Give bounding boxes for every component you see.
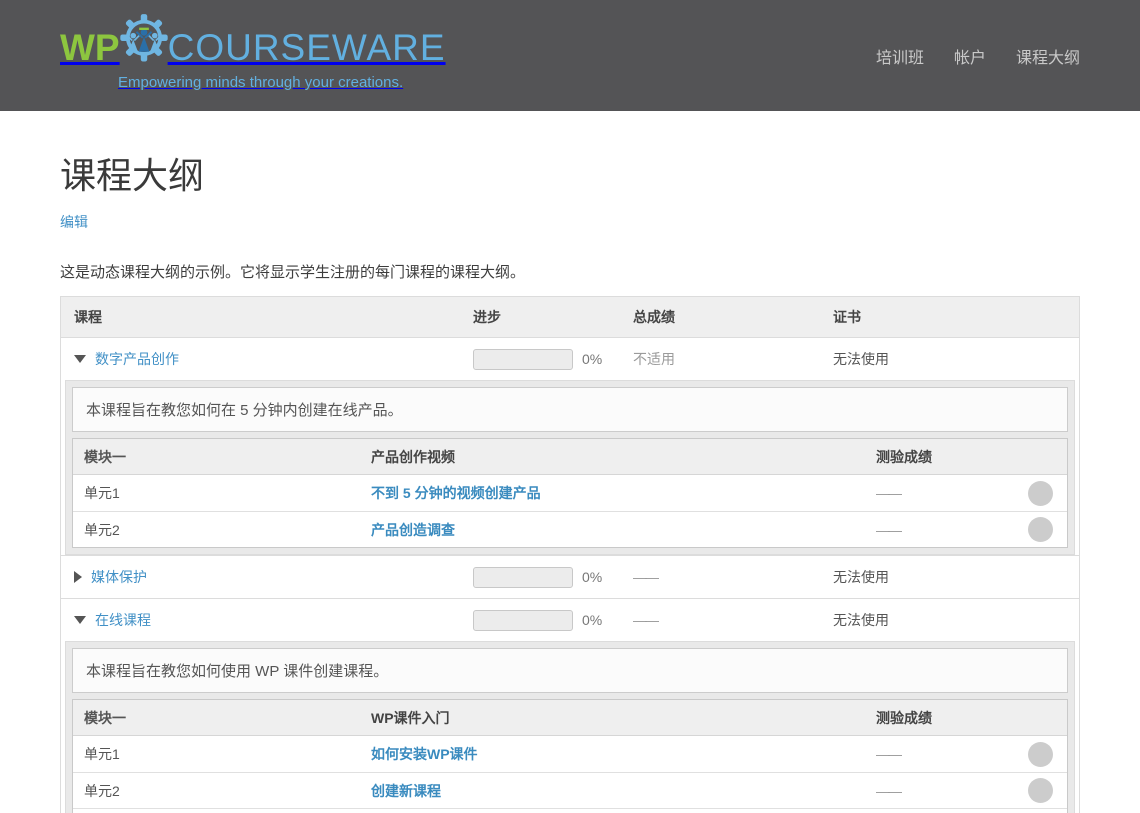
nav-item-account[interactable]: 帐户 [954, 44, 986, 68]
course-row: 媒体保护 0% —— 无法使用 [61, 555, 1079, 598]
collapse-arrow-icon[interactable] [74, 355, 86, 363]
quiz-score-value: —— [876, 783, 900, 799]
column-header-certificate: 证书 [833, 307, 1079, 327]
collapse-arrow-icon[interactable] [74, 616, 86, 624]
module-table: 模块一 产品创作视频 测验成绩 单元1 不到 5 分钟的视频创建产品 —— 单元… [72, 438, 1068, 548]
progress-percent: 0% [582, 612, 602, 628]
module-header-row: 模块一 产品创作视频 测验成绩 [73, 439, 1067, 475]
cumulative-grade: —— [633, 569, 833, 585]
course-outline-table: 课程 进步 总成绩 证书 数字产品创作 0% 不适用 无法使用 本课程旨在教您如… [60, 296, 1080, 813]
unit-status-bullet-icon [1028, 481, 1053, 506]
expand-arrow-icon[interactable] [74, 571, 82, 583]
unit-link[interactable]: 产品创造调查 [371, 522, 455, 538]
quiz-score-value: —— [876, 485, 900, 501]
unit-label: 单元1 [73, 744, 371, 764]
certificate-status: 无法使用 [833, 567, 1079, 587]
progress-bar [473, 349, 573, 370]
unit-row: 单元2 创建新课程 —— [73, 772, 1067, 808]
quiz-score-header: 测验成绩 [876, 447, 1067, 467]
nav-item-classes[interactable]: 培训班 [876, 44, 924, 68]
course-row: 数字产品创作 0% 不适用 无法使用 [61, 337, 1079, 380]
unit-link[interactable]: 不到 5 分钟的视频创建产品 [371, 485, 541, 501]
logo-courseware-text: COURSEWARE [168, 29, 446, 66]
module-title: WP课件入门 [371, 708, 876, 728]
progress-bar [473, 567, 573, 588]
cumulative-grade: 不适用 [633, 349, 833, 369]
progress-percent: 0% [582, 351, 602, 367]
column-header-progress: 进步 [473, 307, 633, 327]
unit-link[interactable]: 创建新课程 [371, 783, 441, 799]
main-content: 课程大纲 编辑 这是动态课程大纲的示例。它将显示学生注册的每门课程的课程大纲。 … [60, 155, 1080, 813]
unit-row: 单元1 不到 5 分钟的视频创建产品 —— [73, 475, 1067, 511]
main-nav: 培训班 帐户 课程大纲 [876, 44, 1080, 68]
unit-label: 单元1 [73, 483, 371, 503]
column-header-course: 课程 [61, 307, 473, 327]
column-header-grade: 总成绩 [633, 307, 833, 327]
unit-row: 单元2 产品创造调查 —— [73, 511, 1067, 547]
unit-label: 单元2 [73, 520, 371, 540]
certificate-status: 无法使用 [833, 349, 1079, 369]
logo-wp-text: WP [60, 29, 120, 66]
module-label: 模块一 [73, 708, 371, 728]
course-row: 在线课程 0% —— 无法使用 [61, 598, 1079, 641]
quiz-score-value: —— [876, 522, 900, 538]
nav-item-course-outline[interactable]: 课程大纲 [1016, 44, 1080, 68]
course-link[interactable]: 数字产品创作 [95, 349, 179, 369]
unit-status-bullet-icon [1028, 517, 1053, 542]
course-link[interactable]: 在线课程 [95, 610, 151, 630]
module-label: 模块一 [73, 447, 371, 467]
module-table: 模块一 WP课件入门 测验成绩 单元1 如何安装WP课件 —— 单元2 创建新课… [72, 699, 1068, 813]
quiz-score-value: —— [876, 746, 900, 762]
quiz-score-header: 测验成绩 [876, 708, 1067, 728]
unit-row: 第 3 单元 WP课件流行测验 —— [73, 808, 1067, 813]
cumulative-grade: —— [633, 612, 833, 628]
unit-row: 单元1 如何安装WP课件 —— [73, 736, 1067, 772]
unit-label: 单元2 [73, 781, 371, 801]
module-title: 产品创作视频 [371, 447, 876, 467]
course-description: 本课程旨在教您如何使用 WP 课件创建课程。 [72, 648, 1068, 693]
outline-header-row: 课程 进步 总成绩 证书 [61, 297, 1079, 337]
page-title: 课程大纲 [60, 155, 1080, 196]
certificate-status: 无法使用 [833, 610, 1079, 630]
course-detail: 本课程旨在教您如何在 5 分钟内创建在线产品。 模块一 产品创作视频 测验成绩 … [65, 380, 1075, 555]
unit-link[interactable]: 如何安装WP课件 [371, 746, 478, 762]
progress-percent: 0% [582, 569, 602, 585]
unit-status-bullet-icon [1028, 742, 1053, 767]
intro-text: 这是动态课程大纲的示例。它将显示学生注册的每门课程的课程大纲。 [60, 261, 1080, 282]
unit-status-bullet-icon [1028, 778, 1053, 803]
edit-link[interactable]: 编辑 [60, 212, 88, 232]
logo-tagline: Empowering minds through your creations. [118, 74, 446, 91]
site-logo[interactable]: WP [60, 22, 446, 91]
gear-people-icon [116, 14, 172, 72]
site-header: WP [0, 0, 1140, 111]
course-description: 本课程旨在教您如何在 5 分钟内创建在线产品。 [72, 387, 1068, 432]
module-header-row: 模块一 WP课件入门 测验成绩 [73, 700, 1067, 736]
progress-bar [473, 610, 573, 631]
course-link[interactable]: 媒体保护 [91, 567, 147, 587]
course-detail: 本课程旨在教您如何使用 WP 课件创建课程。 模块一 WP课件入门 测验成绩 单… [65, 641, 1075, 813]
